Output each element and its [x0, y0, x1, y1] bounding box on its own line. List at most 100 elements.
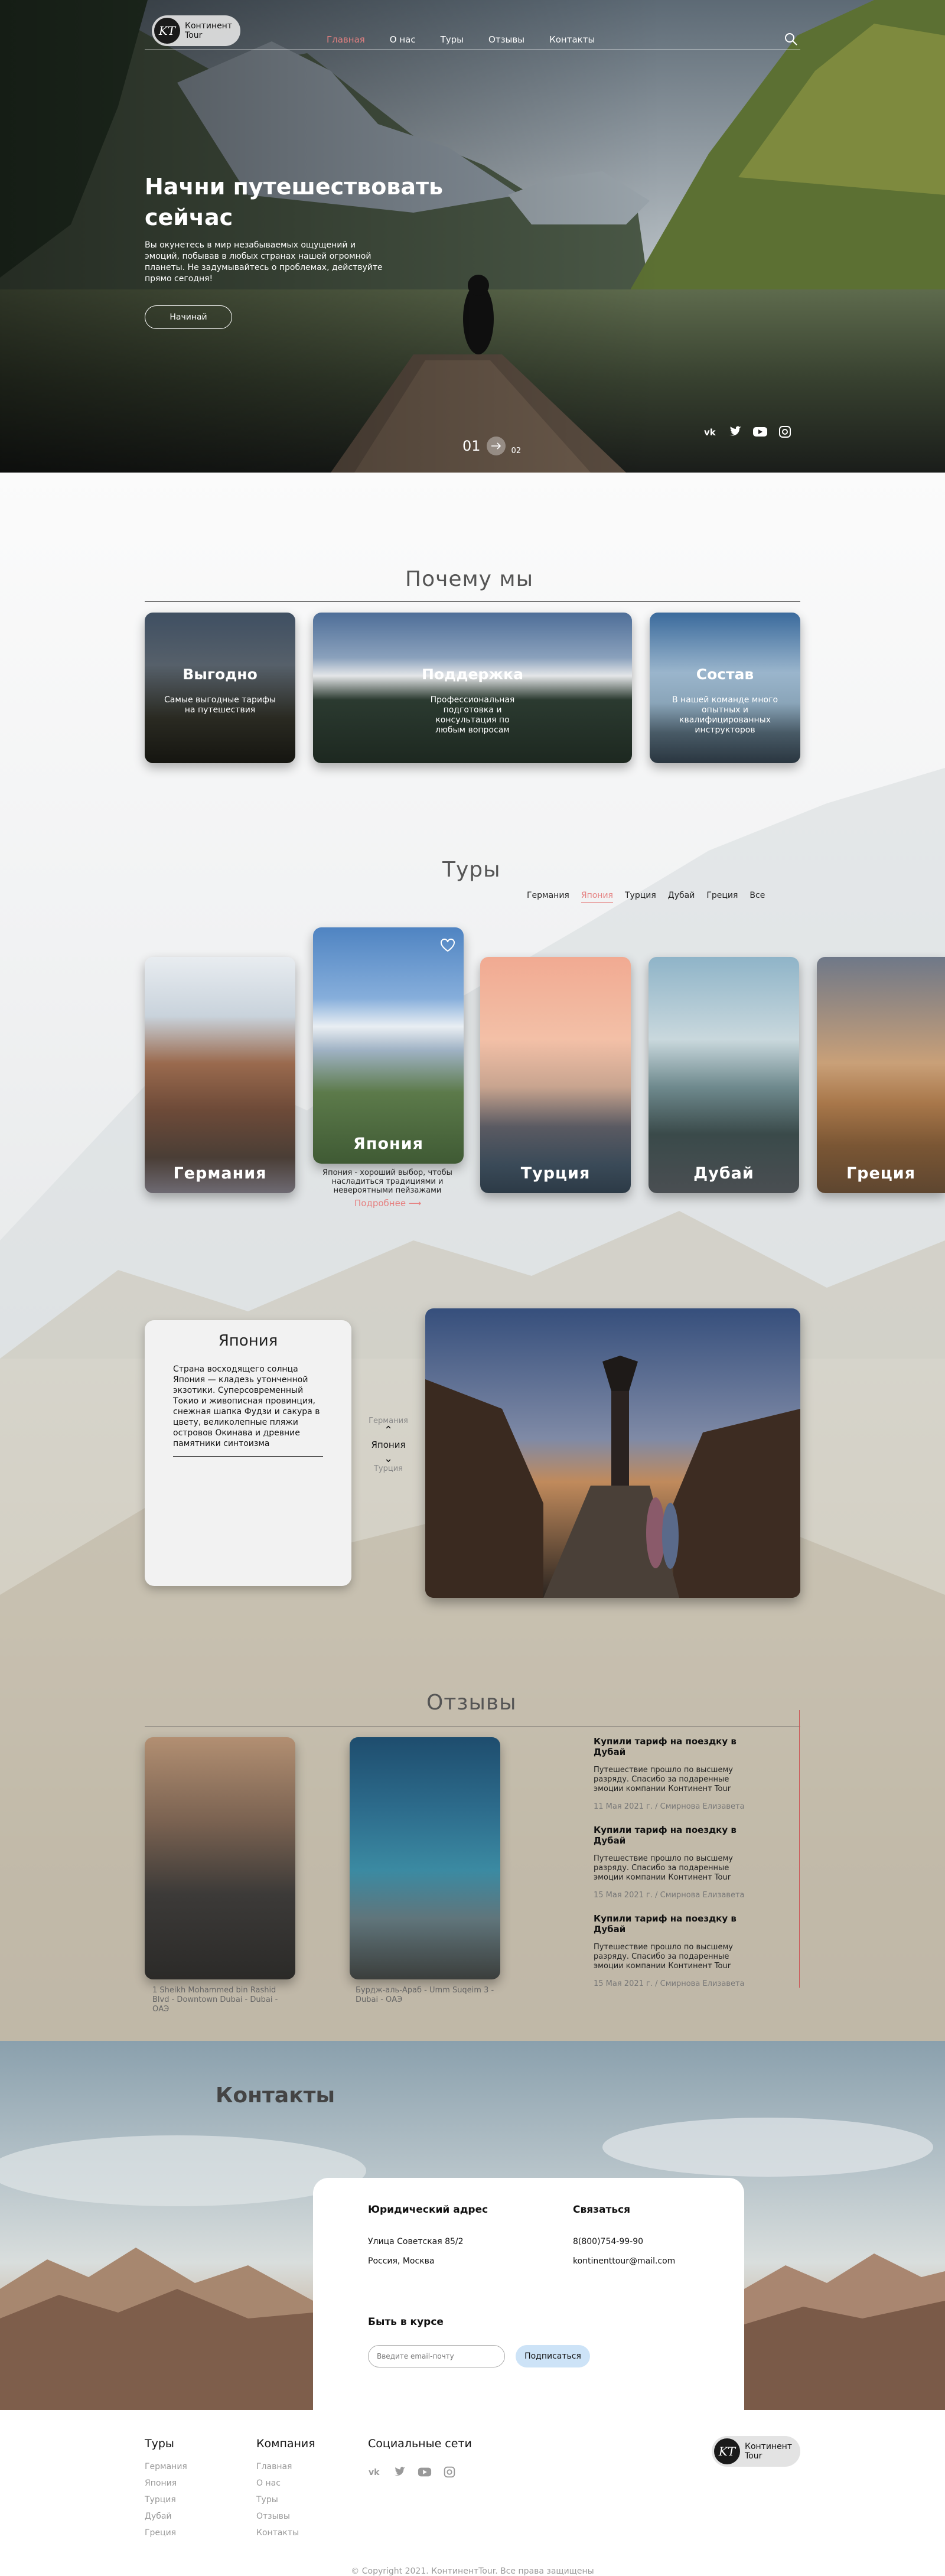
- reviews-section-title: Отзывы: [426, 1691, 517, 1715]
- svg-text:vk: vk: [704, 427, 716, 438]
- logo-line1: Континент: [745, 2442, 792, 2451]
- why-card-text: Профессиональная подготовка и консультац…: [430, 695, 515, 735]
- contacts-section: Контакты Юридический адрес Улица Советск…: [0, 2041, 945, 2410]
- vk-icon[interactable]: vk: [703, 425, 718, 438]
- hero-overlay: [0, 0, 945, 473]
- tab-germany[interactable]: Германия: [527, 891, 569, 903]
- address-line2: Россия, Москва: [368, 2256, 435, 2266]
- why-card-support[interactable]: Поддержка Профессиональная подготовка и …: [313, 613, 632, 763]
- tour-card-germany[interactable]: Германия: [145, 957, 295, 1193]
- hero-title: Начни путешествовать сейчас: [145, 174, 444, 230]
- menu-item-reviews[interactable]: Отзывы: [488, 34, 524, 45]
- country-description: Страна восходящего солнца Япония — кладе…: [173, 1364, 320, 1448]
- instagram-icon[interactable]: [777, 425, 793, 438]
- favorite-heart-icon[interactable]: [440, 938, 455, 952]
- country-title: Япония: [218, 1332, 278, 1350]
- footer-link[interactable]: Дубай: [145, 2512, 187, 2521]
- hero-text: Вы окунетесь в мир незабываемых ощущений…: [145, 240, 383, 284]
- slide-current-number: 01: [462, 437, 481, 454]
- twitter-icon[interactable]: [393, 2466, 407, 2479]
- chevron-down-icon[interactable]: ⌄: [366, 1454, 410, 1464]
- tour-card-name: Дубай: [693, 1164, 754, 1183]
- newsletter-title: Быть в курсе: [368, 2316, 444, 2328]
- footer-link[interactable]: Япония: [145, 2479, 187, 2488]
- footer-link[interactable]: Турция: [145, 2495, 187, 2505]
- newsletter-email-input[interactable]: [368, 2345, 505, 2367]
- next-slide-arrow-icon[interactable]: [486, 436, 506, 455]
- footer-link[interactable]: Греция: [145, 2528, 187, 2538]
- youtube-icon[interactable]: [418, 2466, 432, 2479]
- logo-text: Континент Tour: [185, 21, 232, 40]
- tour-card-dubai[interactable]: Дубай: [649, 957, 799, 1193]
- footer: Туры Германия Япония Турция Дубай Греция…: [0, 2410, 945, 2576]
- footer-company-title: Компания: [256, 2437, 315, 2450]
- review-title: Купили тариф на поездку в Дубай: [594, 1825, 737, 1846]
- reviews-vertical-line: [799, 1710, 800, 1988]
- instagram-icon[interactable]: [442, 2466, 457, 2479]
- start-button[interactable]: Начинай: [145, 305, 232, 329]
- copyright: © Copyright 2021. КонтинентTour. Все пра…: [351, 2567, 594, 2576]
- footer-link[interactable]: О нас: [256, 2479, 315, 2488]
- vk-icon[interactable]: vk: [368, 2466, 382, 2479]
- review-body: Путешествие прошло по высшему разряду. С…: [594, 1943, 733, 1971]
- contact-us-title: Связаться: [573, 2204, 631, 2216]
- twitter-icon[interactable]: [728, 425, 743, 438]
- next-country[interactable]: Турция: [366, 1464, 410, 1473]
- country-photo: [425, 1308, 800, 1598]
- svg-text:vk: vk: [369, 2468, 380, 2477]
- logo-line2: Tour: [745, 2451, 762, 2461]
- why-card-team[interactable]: Состав В нашей команде много опытных и к…: [650, 613, 800, 763]
- tab-all[interactable]: Все: [750, 891, 765, 903]
- tour-card-name: Турция: [520, 1164, 591, 1183]
- logo-text: Континент Tour: [745, 2442, 792, 2461]
- tour-card-name: Германия: [173, 1164, 267, 1183]
- review-meta: 15 Мая 2021 г. / Смирнова Елизавета: [594, 1979, 745, 1988]
- tour-card-turkey[interactable]: Турция: [480, 957, 631, 1193]
- review-photo-dubai-tower[interactable]: [145, 1737, 295, 1979]
- more-link[interactable]: Подробнее ⟶: [354, 1198, 421, 1209]
- tab-japan[interactable]: Япония: [581, 891, 613, 903]
- review-meta: 11 Мая 2021 г. / Смирнова Елизавета: [594, 1802, 745, 1811]
- logo-mark: KT: [154, 18, 180, 44]
- menu-item-tours[interactable]: Туры: [441, 34, 464, 45]
- chevron-up-icon[interactable]: ⌃: [366, 1425, 410, 1436]
- footer-social-title: Социальные сети: [368, 2437, 472, 2450]
- subscribe-button[interactable]: Подписаться: [516, 2345, 590, 2367]
- why-card-profitable[interactable]: Выгодно Самые выгодные тарифы на путешес…: [145, 613, 295, 763]
- tour-card-name: Греция: [846, 1164, 916, 1183]
- contacts-title: Контакты: [216, 2083, 335, 2108]
- contact-email[interactable]: kontinenttour@mail.com: [573, 2256, 675, 2266]
- review-body: Путешествие прошло по высшему разряду. С…: [594, 1854, 733, 1882]
- site-logo[interactable]: KT Континент Tour: [152, 15, 240, 46]
- review-item: Купили тариф на поездку в Дубай Путешест…: [594, 1913, 759, 1988]
- main-menu: Главная О нас Туры Отзывы Контакты: [327, 34, 595, 45]
- footer-logo[interactable]: KT Континент Tour: [712, 2436, 800, 2467]
- footer-tours-title: Туры: [145, 2437, 174, 2450]
- menu-item-about[interactable]: О нас: [390, 34, 416, 45]
- review-title: Купили тариф на поездку в Дубай: [594, 1736, 737, 1757]
- menu-item-contacts[interactable]: Контакты: [549, 34, 595, 45]
- tour-card-greece[interactable]: Греция: [817, 957, 945, 1193]
- hero-social-links: vk: [703, 425, 793, 438]
- why-section-title: Почему мы: [405, 567, 534, 591]
- menu-item-home[interactable]: Главная: [327, 34, 365, 45]
- tab-greece[interactable]: Греция: [706, 891, 738, 903]
- footer-link[interactable]: Туры: [256, 2495, 315, 2505]
- tab-dubai[interactable]: Дубай: [668, 891, 695, 903]
- why-card-title: Выгодно: [183, 666, 258, 683]
- footer-link[interactable]: Главная: [256, 2462, 315, 2471]
- footer-link[interactable]: Контакты: [256, 2528, 315, 2538]
- country-divider: [173, 1456, 323, 1457]
- phone-number[interactable]: 8(800)754-99-90: [573, 2237, 643, 2246]
- search-icon[interactable]: [783, 31, 800, 48]
- tab-turkey[interactable]: Турция: [625, 891, 656, 903]
- review-photo-burj-al-arab[interactable]: [350, 1737, 500, 1979]
- logo-mark: KT: [714, 2438, 740, 2464]
- slide-next-number: 02: [511, 447, 522, 455]
- footer-link[interactable]: Германия: [145, 2462, 187, 2471]
- youtube-icon[interactable]: [752, 425, 768, 438]
- footer-link[interactable]: Отзывы: [256, 2512, 315, 2521]
- why-card-title: Состав: [696, 666, 754, 683]
- tour-card-japan[interactable]: Япония: [313, 927, 464, 1164]
- logo-line2: Tour: [185, 31, 203, 40]
